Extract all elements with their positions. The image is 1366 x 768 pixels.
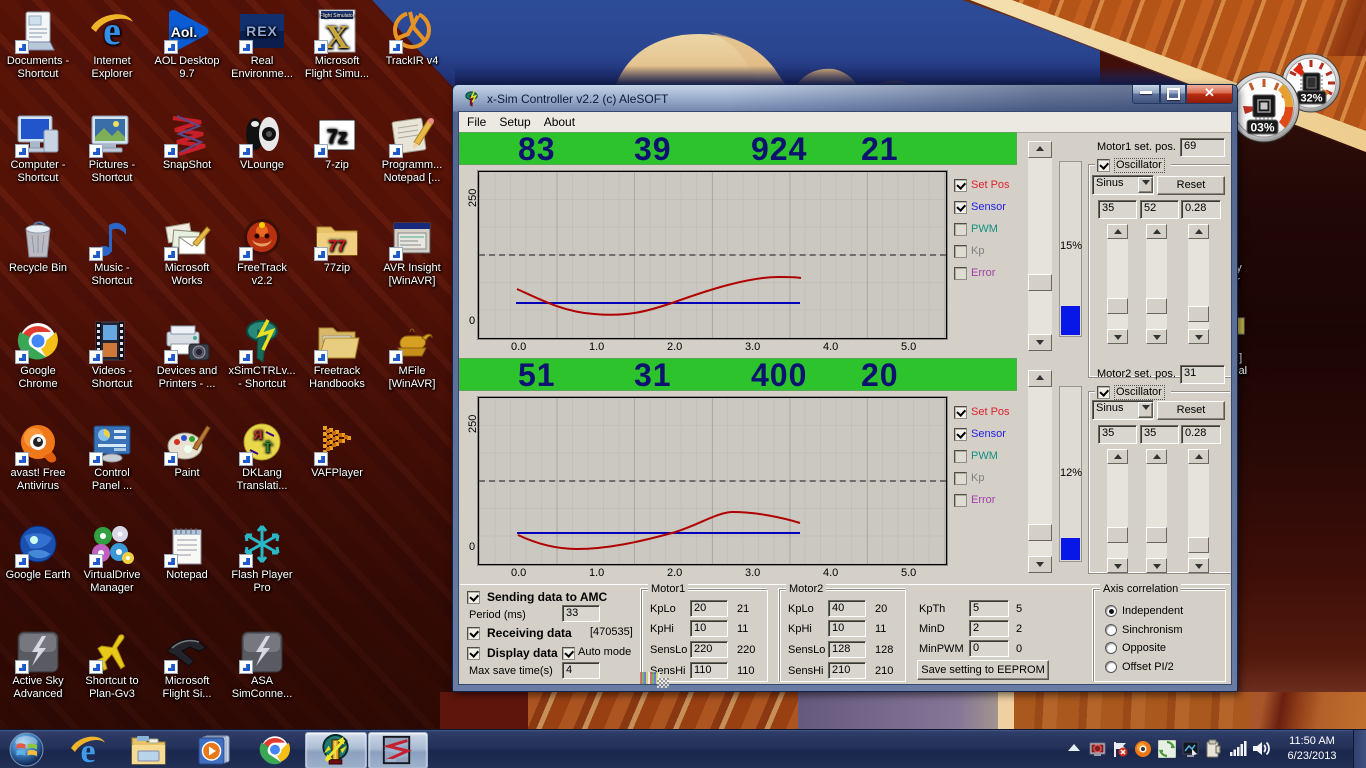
svg-text:Aol.: Aol. xyxy=(171,24,197,40)
svg-text:32%: 32% xyxy=(1300,93,1322,105)
svg-text:REX: REX xyxy=(246,23,278,39)
svg-text:Я: Я xyxy=(253,428,263,443)
svg-text:Ť: Ť xyxy=(263,439,273,456)
svg-text:7z: 7z xyxy=(326,126,347,148)
svg-text:77: 77 xyxy=(328,238,346,255)
svg-text:03%: 03% xyxy=(1250,121,1274,135)
svg-text:X: X xyxy=(325,19,350,55)
